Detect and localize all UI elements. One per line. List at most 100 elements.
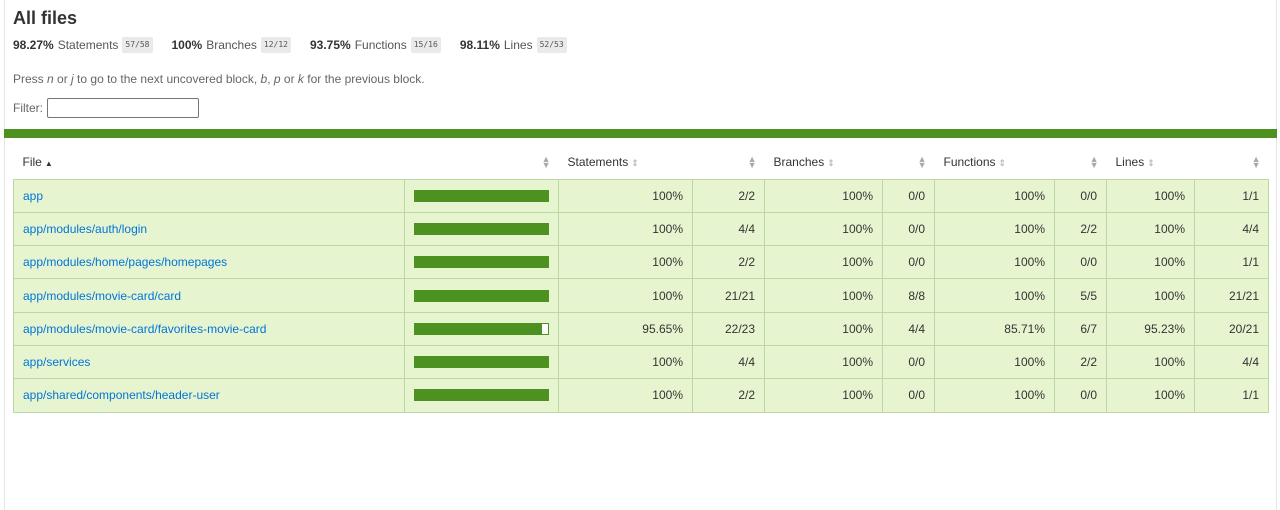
branches-pct-cell: 100%: [764, 211, 883, 247]
functions-pct-cell: 100%: [934, 278, 1055, 313]
header-statements-label: Statements: [567, 155, 629, 170]
sort-icon: ▲ ▼: [917, 154, 927, 170]
file-link[interactable]: app/modules/movie-card/favorites-movie-c…: [23, 322, 266, 336]
header-functions-raw[interactable]: ▲ ▼: [1055, 146, 1107, 179]
summary-pct: 93.75%: [310, 38, 351, 52]
file-cell: app/modules/auth/login: [13, 211, 405, 247]
table-header-row: File ▲ ▲ ▼ Statements ⇕ ▲ ▼ Branches ⇕ ▲ ▼ Fun…: [14, 146, 1269, 179]
header-lines[interactable]: Lines ⇕: [1107, 146, 1195, 179]
branches-pct-cell: 100%: [764, 311, 883, 346]
header-functions-label: Functions: [943, 155, 996, 170]
header-statements[interactable]: Statements ⇕: [559, 146, 693, 179]
lines-pct-cell: 100%: [1106, 344, 1195, 380]
hint-text: or: [53, 72, 72, 86]
lines-raw-cell: 20/21: [1194, 311, 1269, 346]
file-link[interactable]: app/services: [23, 355, 90, 369]
hint-text: to go to the next uncovered block,: [73, 72, 261, 86]
lines-raw-cell: 21/21: [1194, 278, 1269, 313]
lines-raw-cell: 1/1: [1194, 245, 1269, 280]
functions-pct-cell: 100%: [934, 344, 1055, 380]
sort-icon: ⇕: [827, 158, 835, 169]
branches-raw-cell: 0/0: [882, 211, 935, 247]
statements-raw-cell: 22/23: [692, 311, 765, 346]
summary-fraction: 57/58: [122, 37, 153, 53]
header-lines-label: Lines: [1115, 155, 1145, 170]
statements-raw-cell: 21/21: [692, 278, 765, 313]
table-row: app 100% 2/2 100% 0/0 100% 0/0 100% 1/1: [13, 178, 1269, 213]
header-lines-raw[interactable]: ▲ ▼: [1195, 146, 1269, 179]
branches-raw-cell: 0/0: [882, 245, 935, 280]
statements-raw-cell: 4/4: [692, 344, 765, 380]
sort-icon: ▲ ▼: [1089, 154, 1099, 170]
file-cell: app/modules/home/pages/homepages: [13, 245, 405, 280]
branches-raw-cell: 0/0: [882, 178, 935, 213]
statements-raw-cell: 2/2: [692, 245, 765, 280]
hint-text: ,: [267, 72, 274, 86]
statements-pct-cell: 100%: [558, 178, 693, 213]
functions-raw-cell: 2/2: [1054, 344, 1107, 380]
statements-raw-cell: 2/2: [692, 178, 765, 213]
header-functions[interactable]: Functions ⇕: [935, 146, 1055, 179]
branches-pct-cell: 100%: [764, 245, 883, 280]
branches-raw-cell: 0/0: [882, 378, 935, 413]
file-cell: app/services: [13, 344, 405, 380]
branches-raw-cell: 4/4: [882, 311, 935, 346]
table-row: app/shared/components/header-user 100% 2/2…: [13, 378, 1269, 413]
file-link[interactable]: app/modules/home/pages/homepages: [23, 255, 227, 269]
sort-icon: ▲ ▼: [1251, 154, 1261, 170]
functions-pct-cell: 100%: [934, 211, 1055, 247]
table-body: app 100% 2/2 100% 0/0 100% 0/0 100% 1/1 app/modul…: [13, 178, 1269, 413]
coverage-bar-fill: [415, 190, 548, 201]
statements-pct-cell: 100%: [558, 211, 693, 247]
lines-pct-cell: 100%: [1106, 278, 1195, 313]
header-file[interactable]: File ▲: [14, 146, 405, 179]
file-link[interactable]: app/modules/movie-card/card: [23, 289, 181, 303]
coverage-bar: [414, 356, 549, 369]
header-branches-label: Branches: [773, 155, 825, 170]
summary-fraction: 52/53: [536, 37, 567, 53]
coverage-bar-fill: [415, 357, 548, 368]
sort-icon: ▲ ▼: [747, 154, 757, 170]
summary-label: Statements: [57, 38, 119, 52]
file-link[interactable]: app/modules/auth/login: [23, 222, 147, 236]
coverage-bar-cell: [404, 278, 559, 313]
table-row: app/modules/movie-card/card 100% 21/21 100%…: [13, 278, 1269, 313]
coverage-bar: [414, 289, 549, 302]
filter-input[interactable]: [47, 98, 199, 118]
hint-text: or: [280, 72, 298, 86]
coverage-bar-fill: [415, 257, 548, 268]
coverage-bar-fill: [415, 290, 548, 301]
filter-row: Filter:: [13, 98, 586, 118]
file-link[interactable]: app/shared/components/header-user: [23, 388, 220, 402]
coverage-bar-cell: [404, 178, 559, 213]
coverage-table: File ▲ ▲ ▼ Statements ⇕ ▲ ▼ Branches ⇕ ▲ ▼ Fun…: [13, 146, 1269, 413]
lines-pct-cell: 100%: [1106, 378, 1195, 413]
header-branches[interactable]: Branches ⇕: [765, 146, 883, 179]
sort-icon: ▲ ▼: [541, 154, 551, 170]
header-statements-raw[interactable]: ▲ ▼: [693, 146, 765, 179]
branches-pct-cell: 100%: [764, 178, 883, 213]
summary-pct: 98.11%: [459, 38, 500, 52]
coverage-bar-fill: [415, 390, 548, 401]
sort-icon: ⇕: [1147, 158, 1155, 169]
statements-raw-cell: 4/4: [692, 211, 765, 247]
header-file-bar[interactable]: ▲ ▼: [405, 146, 559, 179]
lines-raw-cell: 4/4: [1194, 344, 1269, 380]
coverage-bar-cell: [404, 311, 559, 346]
lines-raw-cell: 1/1: [1194, 178, 1269, 213]
statements-raw-cell: 2/2: [692, 378, 765, 413]
summary-branches: 100% Branches 12/12: [172, 37, 291, 53]
statements-pct-cell: 100%: [558, 344, 693, 380]
header-branches-raw[interactable]: ▲ ▼: [883, 146, 935, 179]
coverage-bar: [414, 256, 549, 269]
lines-pct-cell: 100%: [1106, 211, 1195, 247]
table-row: app/modules/home/pages/homepages 100% 2/2 1…: [13, 245, 1269, 280]
functions-pct-cell: 100%: [934, 245, 1055, 280]
file-link[interactable]: app: [23, 189, 43, 203]
sort-icon: ⇕: [998, 158, 1007, 169]
coverage-bar-cell: [404, 344, 559, 380]
coverage-bar: [414, 222, 549, 235]
statements-pct-cell: 100%: [558, 278, 693, 313]
functions-raw-cell: 5/5: [1054, 278, 1107, 313]
branches-pct-cell: 100%: [764, 344, 883, 380]
